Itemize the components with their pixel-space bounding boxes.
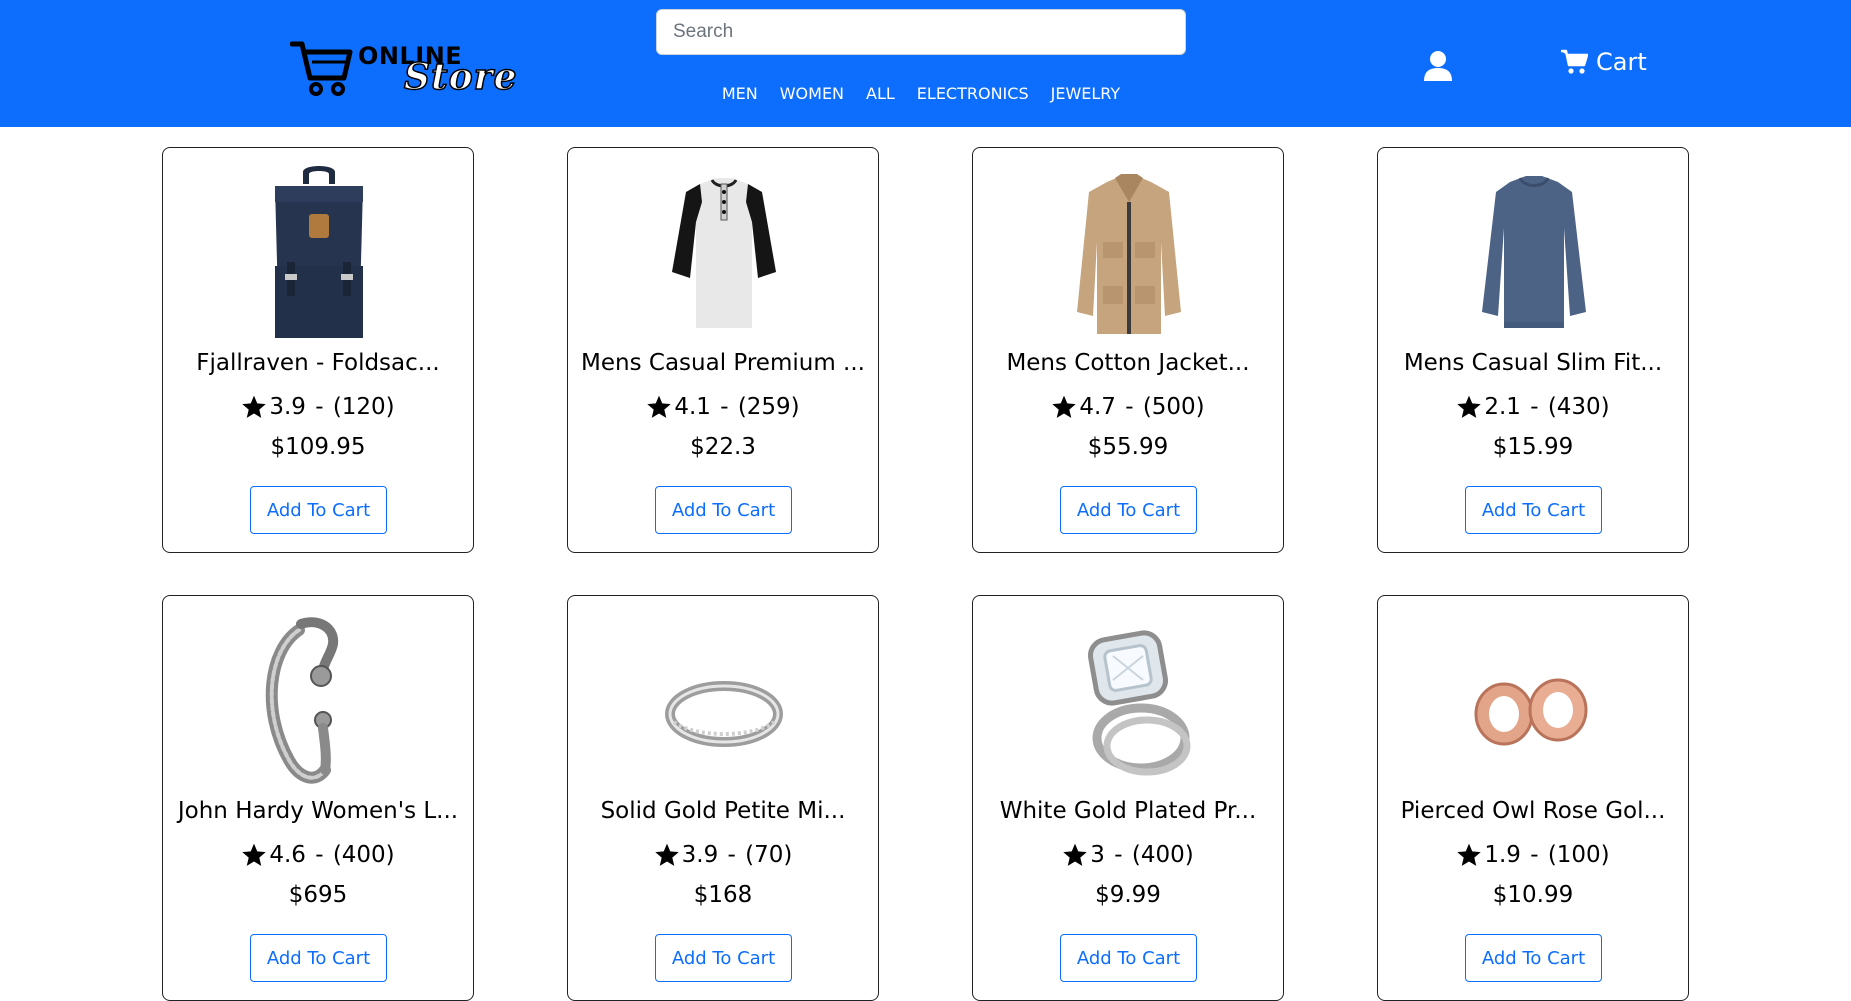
rating-separator: - [307, 394, 331, 420]
rating-count: (100) [1547, 842, 1610, 868]
rating-separator: - [712, 394, 736, 420]
nav-link-women[interactable]: WOMEN [780, 84, 844, 103]
product-price: $10.99 [1492, 882, 1574, 908]
search-input[interactable] [656, 9, 1186, 55]
diamond-ring-image [1088, 630, 1191, 776]
nav-link-all[interactable]: ALL [866, 84, 895, 103]
header: ONLINE Store MEN WOMEN ALL ELECTRONICS J… [0, 0, 1851, 127]
rating-value: 3.9 [269, 394, 306, 420]
star-icon [1052, 395, 1077, 418]
product-title: Mens Casual Slim Fit... [1403, 350, 1663, 376]
product-rating: 3 - (400) [973, 842, 1283, 868]
rating-separator: - [1106, 842, 1130, 868]
product-rating: 2.1 - (430) [1378, 394, 1688, 420]
rating-count: (430) [1547, 394, 1610, 420]
nav-link-men[interactable]: MEN [722, 84, 758, 103]
cart-button[interactable]: Cart [1560, 48, 1647, 76]
product-rating: 4.7 - (500) [973, 394, 1283, 420]
rating-value: 4.6 [269, 842, 306, 868]
star-icon [1457, 843, 1482, 866]
rating-value: 4.1 [674, 394, 711, 420]
add-to-cart-button[interactable]: Add To Cart [250, 486, 387, 534]
rating-value: 2.1 [1484, 394, 1521, 420]
star-icon [1457, 395, 1482, 418]
star-icon [242, 395, 267, 418]
add-to-cart-button[interactable]: Add To Cart [655, 486, 792, 534]
store-logo[interactable]: ONLINE Store [290, 38, 517, 100]
nav-link-jewelry[interactable]: JEWELRY [1051, 84, 1121, 103]
category-nav: MEN WOMEN ALL ELECTRONICS JEWELRY [656, 84, 1186, 103]
product-card: Mens Casual Premium ... 4.1 - (259) $22.… [567, 147, 879, 553]
bracelet-image [265, 617, 339, 784]
rating-count: (400) [332, 842, 395, 868]
rating-separator: - [1522, 842, 1546, 868]
product-rating: 4.1 - (259) [568, 394, 878, 420]
rating-value: 4.7 [1079, 394, 1116, 420]
product-price: $22.3 [690, 434, 756, 460]
product-rating: 1.9 - (100) [1378, 842, 1688, 868]
jacket-image [1077, 174, 1181, 334]
product-card: Mens Cotton Jacket... 4.7 - (500) $55.99… [972, 147, 1284, 553]
longsleeve-shirt-image [1482, 176, 1586, 328]
user-icon[interactable] [1423, 50, 1453, 82]
product-price: $15.99 [1492, 434, 1574, 460]
product-rating: 4.6 - (400) [163, 842, 473, 868]
product-title: Solid Gold Petite Mi... [600, 798, 846, 824]
product-card: John Hardy Women's L... 4.6 - (400) $695… [162, 595, 474, 1001]
add-to-cart-button[interactable]: Add To Cart [1060, 934, 1197, 982]
ring-image [665, 681, 783, 747]
rating-count: (400) [1131, 842, 1194, 868]
rating-separator: - [720, 842, 744, 868]
product-rating: 3.9 - (70) [568, 842, 878, 868]
logo-text-store: Store [403, 55, 518, 99]
product-title: John Hardy Women's L... [177, 798, 459, 824]
rating-value: 1.9 [1484, 842, 1521, 868]
product-card: White Gold Plated Pr... 3 - (400) $9.99 … [972, 595, 1284, 1001]
star-icon [647, 395, 672, 418]
rating-value: 3 [1090, 842, 1105, 868]
rating-value: 3.9 [681, 842, 719, 868]
rating-separator: - [307, 842, 331, 868]
rating-count: (259) [737, 394, 800, 420]
rating-count: (70) [745, 842, 793, 868]
cart-logo-icon [290, 41, 353, 96]
cart-icon [1561, 49, 1588, 74]
product-rating: 3.9 - (120) [163, 394, 473, 420]
backpack-image [275, 166, 363, 338]
product-title: Mens Casual Premium ... [581, 350, 865, 376]
rose-gold-plugs-image [1474, 678, 1588, 746]
star-icon [242, 843, 267, 866]
nav-link-electronics[interactable]: ELECTRONICS [917, 84, 1029, 103]
product-card: Fjallraven - Foldsac... 3.9 - (120) $109… [162, 147, 474, 553]
product-title: Mens Cotton Jacket... [1006, 350, 1250, 376]
cart-label: Cart [1596, 48, 1647, 76]
rating-count: (500) [1142, 394, 1205, 420]
raglan-tshirt-image [672, 178, 776, 328]
product-price: $9.99 [1095, 882, 1161, 908]
product-title: Pierced Owl Rose Gol... [1400, 798, 1666, 824]
product-title: Fjallraven - Foldsac... [196, 350, 440, 376]
product-card: Mens Casual Slim Fit... 2.1 - (430) $15.… [1377, 147, 1689, 553]
add-to-cart-button[interactable]: Add To Cart [1465, 486, 1602, 534]
star-icon [654, 843, 679, 866]
add-to-cart-button[interactable]: Add To Cart [1465, 934, 1602, 982]
product-title: White Gold Plated Pr... [999, 798, 1257, 824]
product-price: $168 [693, 882, 753, 908]
star-icon [1063, 843, 1087, 866]
add-to-cart-button[interactable]: Add To Cart [1060, 486, 1197, 534]
product-card: Solid Gold Petite Mi... 3.9 - (70) $168 … [567, 595, 879, 1001]
add-to-cart-button[interactable]: Add To Cart [250, 934, 387, 982]
product-price: $55.99 [1087, 434, 1169, 460]
rating-count: (120) [332, 394, 395, 420]
rating-separator: - [1522, 394, 1546, 420]
product-price: $109.95 [270, 434, 366, 460]
rating-separator: - [1117, 394, 1141, 420]
add-to-cart-button[interactable]: Add To Cart [655, 934, 792, 982]
product-price: $695 [288, 882, 348, 908]
product-card: Pierced Owl Rose Gol... 1.9 - (100) $10.… [1377, 595, 1689, 1001]
